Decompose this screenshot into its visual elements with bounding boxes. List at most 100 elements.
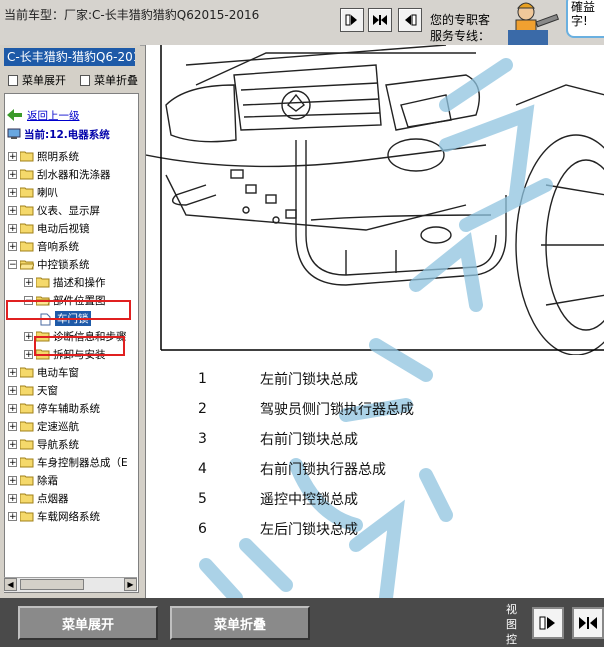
expand-icon[interactable]: + (8, 223, 17, 233)
expand-icon[interactable]: + (8, 421, 17, 431)
tree-item-label: 电动后视镜 (37, 222, 90, 235)
folder-icon (20, 385, 34, 396)
next-icon (405, 14, 417, 26)
tree-item[interactable]: + 定速巡航 (8, 418, 79, 434)
legend-number: 4 (198, 461, 207, 477)
tree-item-label: 描述和操作 (53, 276, 106, 289)
computer-icon (7, 128, 21, 139)
expand-icon[interactable]: + (8, 403, 17, 413)
folder-icon (20, 205, 34, 216)
tree-item-label: 电动车窗 (37, 366, 79, 379)
legend-text: 右前门锁执行器总成 (260, 462, 386, 478)
tree-item[interactable]: + 喇叭 (8, 184, 58, 200)
expand-menu-button[interactable]: 菜单展开 (18, 606, 158, 640)
expand-icon[interactable]: + (8, 169, 17, 179)
tree-item[interactable]: + 停车辅助系统 (8, 400, 100, 416)
legend-text: 左后门锁块总成 (260, 522, 358, 538)
collapse-all-link[interactable]: 菜单折叠 (80, 72, 138, 88)
expand-icon[interactable]: + (8, 475, 17, 485)
horizontal-scrollbar[interactable]: ◀ ▶ (4, 577, 137, 592)
scroll-right-icon[interactable]: ▶ (124, 578, 137, 591)
prev-page-button[interactable] (340, 8, 364, 32)
tree-item[interactable]: + 仪表、显示屏 (8, 202, 100, 218)
tree-item[interactable]: + 导航系统 (8, 436, 79, 452)
tree-item[interactable]: + 照明系统 (8, 148, 79, 164)
next-page-button[interactable] (398, 8, 422, 32)
service-hotline-text: 您的专职客 服务专线： (430, 12, 490, 44)
folder-icon (20, 241, 34, 252)
scroll-left-icon[interactable]: ◀ (4, 578, 17, 591)
legend-item: 4 右前门锁执行器总成 (198, 457, 386, 481)
tree-item[interactable]: + 刮水器和洗涤器 (8, 166, 111, 182)
expand-icon[interactable]: + (8, 493, 17, 503)
highlight-box (34, 336, 125, 356)
legend-item: 6 左后门锁块总成 (198, 517, 358, 541)
tree-item[interactable]: + 点烟器 (8, 490, 69, 506)
scroll-thumb[interactable] (20, 579, 84, 590)
model-header: C-长丰猎豹-猎豹Q6-2016 (4, 48, 135, 66)
expand-all-link[interactable]: 菜单展开 (8, 72, 66, 88)
expand-icon[interactable]: + (8, 367, 17, 377)
tree-item[interactable]: + 描述和操作 (24, 274, 106, 290)
fit-view-button-bottom[interactable] (572, 607, 604, 639)
expand-icon (373, 15, 387, 25)
back-link[interactable]: 返回上一级 (7, 107, 80, 123)
legend-item: 1 左前门锁块总成 (198, 367, 358, 391)
tree-item-label: 音响系统 (37, 240, 79, 253)
tree-item-label: 除霜 (37, 474, 58, 487)
expand-icon[interactable]: + (8, 241, 17, 251)
expand-icon (579, 617, 597, 629)
legend-text: 遥控中控锁总成 (260, 492, 358, 508)
expand-icon[interactable]: + (8, 457, 17, 467)
left-navigation-panel: C-长丰猎豹-猎豹Q6-2016 菜单展开 菜单折叠 返回上一级 当前:12.电… (0, 45, 140, 598)
legend-item: 5 遥控中控锁总成 (198, 487, 358, 511)
tree-item-label: 天窗 (37, 384, 58, 397)
tree-item[interactable]: + 电动车窗 (8, 364, 79, 380)
tree-item[interactable]: + 车载网络系统 (8, 508, 100, 524)
folder-icon (20, 421, 34, 432)
folder-icon (20, 367, 34, 378)
expand-icon[interactable]: + (8, 205, 17, 215)
folder-icon (20, 457, 34, 468)
folder-icon (20, 223, 34, 234)
service-line-2: 服务专线： (430, 29, 491, 43)
tree-item[interactable]: − 中控锁系统 (8, 256, 90, 272)
tree-item[interactable]: + 天窗 (8, 382, 58, 398)
tree-item[interactable]: + 电动后视镜 (8, 220, 90, 236)
mechanic-mascot-icon (508, 2, 560, 45)
collapse-icon[interactable]: − (8, 259, 17, 269)
expand-icon[interactable]: + (8, 187, 17, 197)
folder-icon (20, 493, 34, 504)
folder-icon (20, 403, 34, 414)
current-vehicle-title: 当前车型：厂家:C-长丰猎豹猎豹Q62015-2016 (4, 8, 260, 22)
collapse-menu-button[interactable]: 菜单折叠 (170, 606, 310, 640)
folder-icon (20, 151, 34, 162)
expand-icon[interactable]: + (8, 439, 17, 449)
view-control-label: 视图控 (506, 603, 517, 646)
folder-open-icon (20, 259, 34, 270)
tree-item-label: 刮水器和洗涤器 (37, 168, 111, 181)
tree-item[interactable]: + 车身控制器总成（E (8, 454, 128, 470)
tree-item[interactable]: + 除霜 (8, 472, 58, 488)
tree-item[interactable]: + 音响系统 (8, 238, 79, 254)
legend-item: 3 右前门锁块总成 (198, 427, 358, 451)
fit-view-button[interactable] (368, 8, 392, 32)
expand-icon[interactable]: + (8, 151, 17, 161)
expand-icon[interactable]: + (8, 385, 17, 395)
legend-item: 2 驾驶员侧门锁执行器总成 (198, 397, 414, 421)
expand-icon[interactable]: + (8, 511, 17, 521)
legend-number: 1 (198, 371, 207, 387)
folder-icon (36, 277, 50, 288)
folder-icon (20, 475, 34, 486)
expand-all-label: 菜单展开 (22, 74, 66, 87)
top-bar: 当前车型：厂家:C-长丰猎豹猎豹Q62015-2016 您的专职客 服务专线： … (0, 0, 604, 46)
current-category: 当前:12.电器系统 (7, 126, 110, 142)
folder-icon (20, 439, 34, 450)
expand-icon[interactable]: + (24, 349, 33, 359)
expand-icon[interactable]: + (24, 277, 33, 287)
prev-icon (539, 616, 555, 630)
tree-item-label: 喇叭 (37, 186, 58, 199)
prev-view-button[interactable] (532, 607, 564, 639)
tree-item-label: 定速巡航 (37, 420, 79, 433)
expand-icon[interactable]: + (24, 331, 33, 341)
